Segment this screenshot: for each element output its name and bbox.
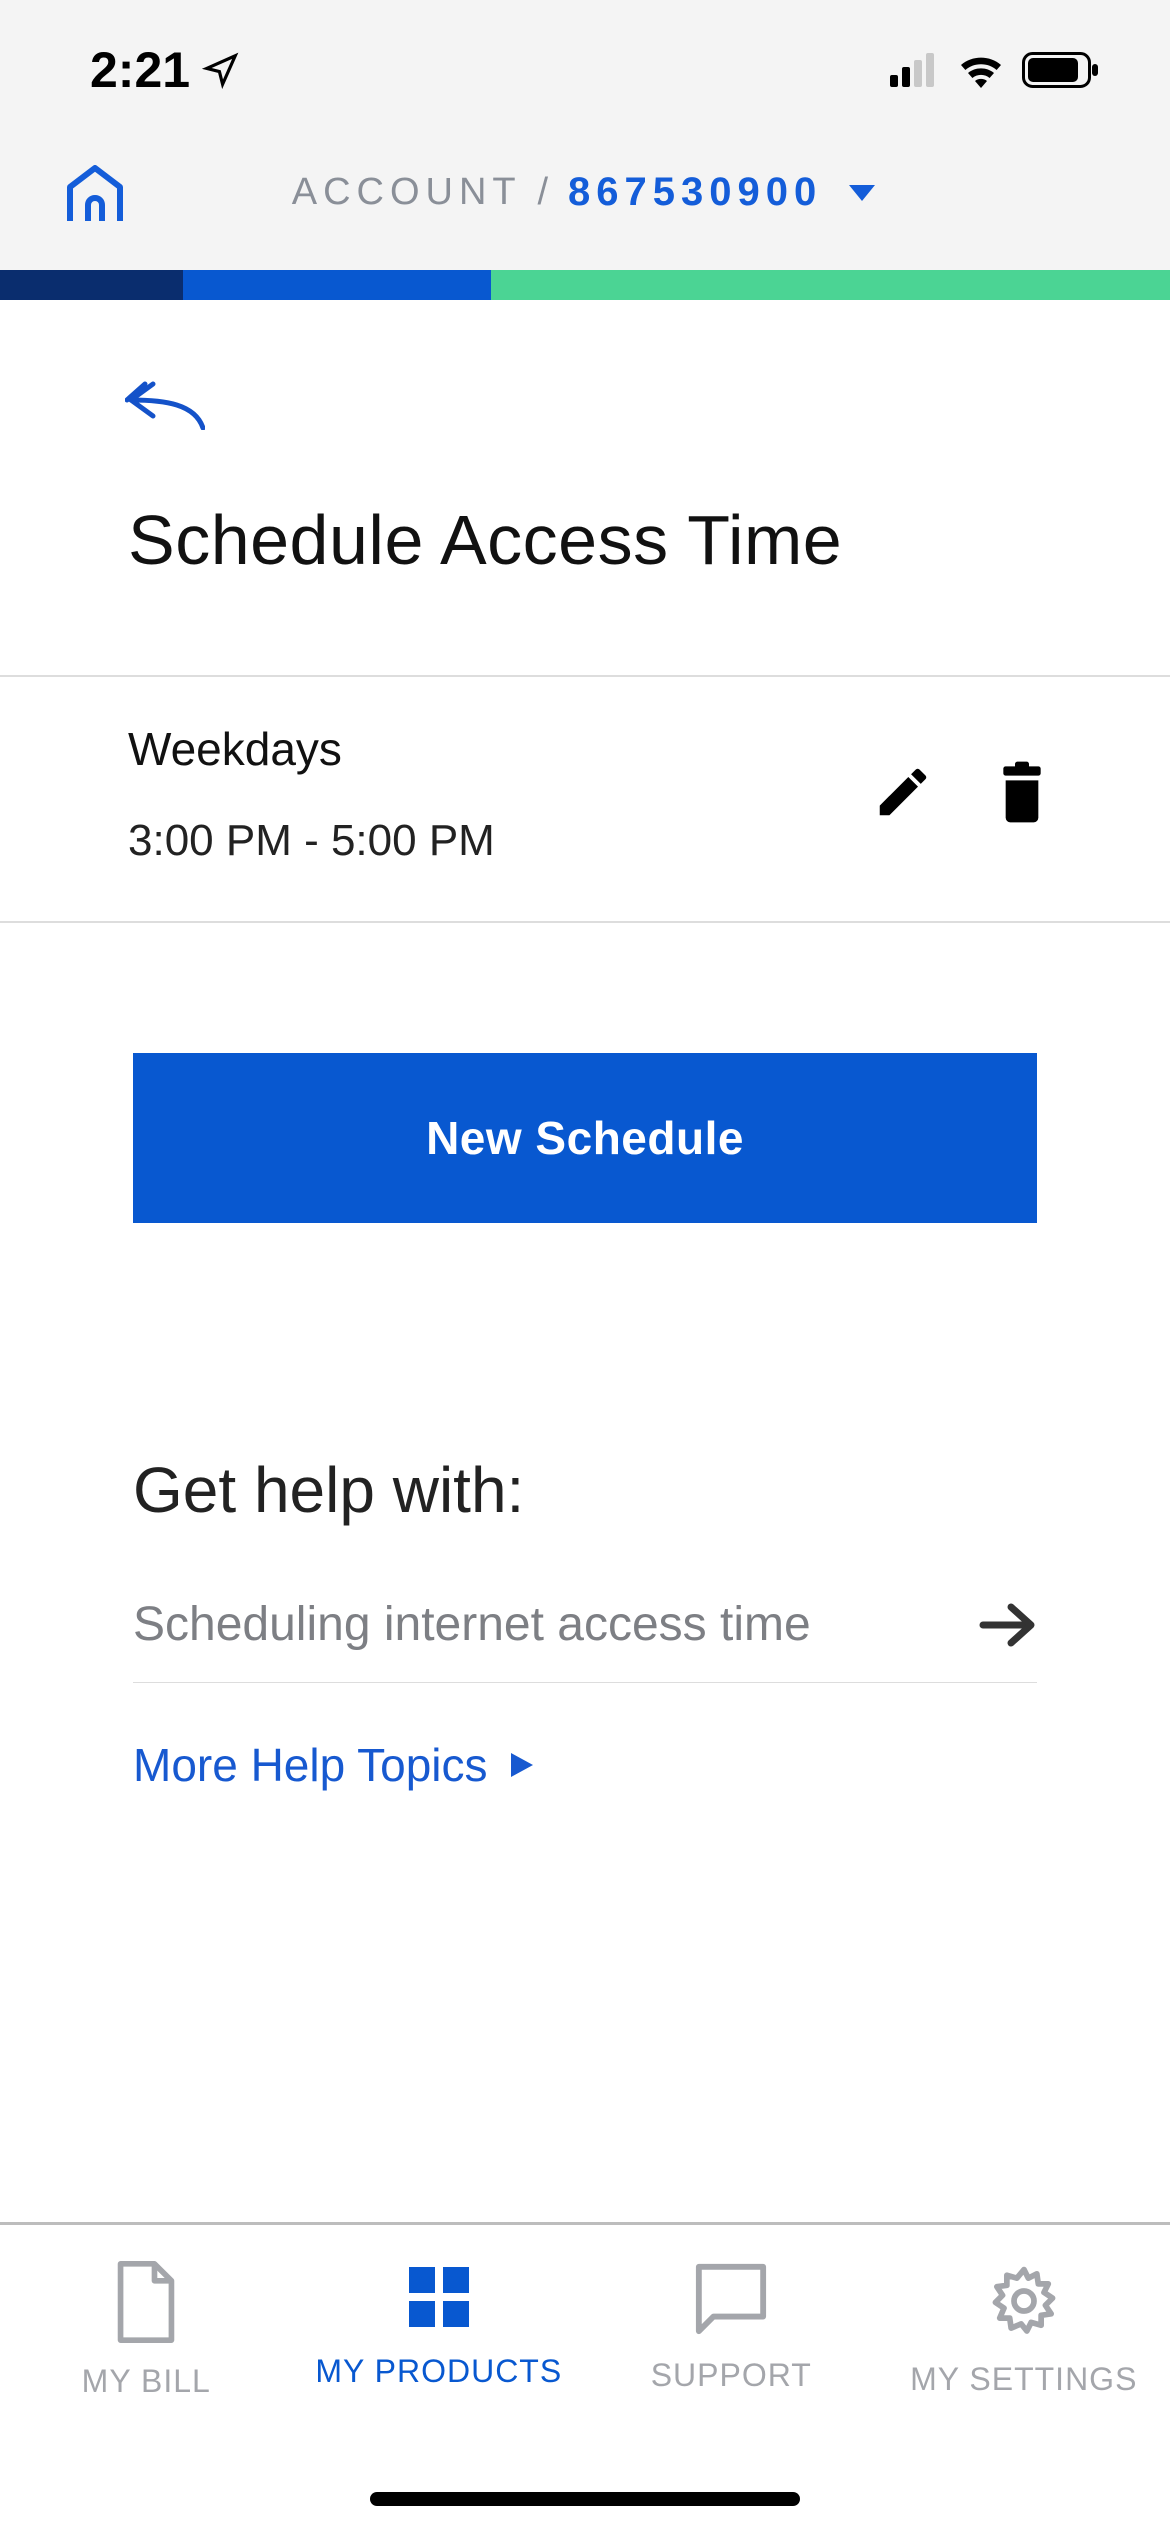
nav-my-bill[interactable]: MY BILL <box>0 2225 293 2532</box>
pencil-icon <box>872 761 934 823</box>
brand-stripe <box>0 270 1170 300</box>
more-help-label: More Help Topics <box>133 1738 488 1792</box>
account-selector[interactable]: ACCOUNT / 867530900 <box>60 170 1110 215</box>
new-schedule-button[interactable]: New Schedule <box>133 1053 1037 1223</box>
play-triangle-icon <box>508 1750 536 1780</box>
help-title: Get help with: <box>133 1453 1037 1527</box>
delete-schedule-button[interactable] <box>994 761 1050 828</box>
nav-support-label: SUPPORT <box>651 2357 812 2394</box>
help-item-label: Scheduling internet access time <box>133 1597 811 1652</box>
nav-my-bill-label: MY BILL <box>82 2363 211 2400</box>
grid-icon <box>403 2261 475 2333</box>
trash-icon <box>994 761 1050 823</box>
status-time-text: 2:21 <box>90 41 190 99</box>
more-help-topics-link[interactable]: More Help Topics <box>133 1738 1037 1792</box>
nav-my-products-label: MY PRODUCTS <box>315 2353 562 2390</box>
nav-support[interactable]: SUPPORT <box>585 2225 878 2532</box>
back-button[interactable] <box>125 380 205 430</box>
nav-my-products[interactable]: MY PRODUCTS <box>293 2225 586 2532</box>
help-item-scheduling[interactable]: Scheduling internet access time <box>133 1527 1037 1683</box>
schedule-row: Weekdays 3:00 PM - 5:00 PM <box>0 675 1170 923</box>
chat-icon <box>693 2261 769 2337</box>
status-right <box>890 52 1100 88</box>
back-arrow-icon <box>125 380 205 430</box>
wifi-icon <box>956 52 1006 88</box>
page-title: Schedule Access Time <box>0 435 1170 675</box>
chevron-down-icon <box>846 181 878 205</box>
gear-icon <box>984 2261 1064 2341</box>
cellular-icon <box>890 53 940 87</box>
edit-schedule-button[interactable] <box>872 761 934 828</box>
account-label: ACCOUNT / <box>292 171 554 214</box>
status-bar: 2:21 <box>0 0 1170 140</box>
bottom-nav: MY BILL MY PRODUCTS SUPPORT MY SETTINGS <box>0 2222 1170 2532</box>
arrow-right-icon <box>979 1601 1037 1649</box>
document-icon <box>111 2261 181 2343</box>
battery-icon <box>1022 52 1100 88</box>
schedule-time: 3:00 PM - 5:00 PM <box>128 816 495 866</box>
new-schedule-label: New Schedule <box>426 1111 744 1165</box>
location-arrow-icon <box>202 51 240 89</box>
nav-my-settings[interactable]: MY SETTINGS <box>878 2225 1170 2532</box>
nav-my-settings-label: MY SETTINGS <box>910 2361 1137 2398</box>
account-number: 867530900 <box>568 170 822 215</box>
status-time: 2:21 <box>90 41 240 99</box>
home-indicator[interactable] <box>370 2492 800 2506</box>
schedule-name: Weekdays <box>128 722 495 776</box>
app-header: ACCOUNT / 867530900 <box>0 140 1170 270</box>
